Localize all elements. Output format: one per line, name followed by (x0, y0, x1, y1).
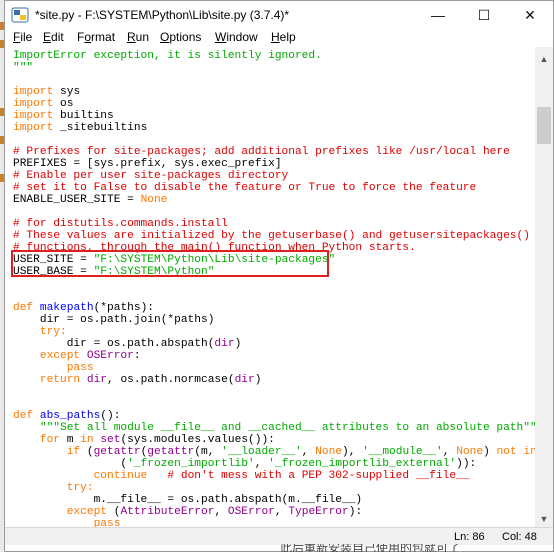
maximize-icon: ☐ (477, 6, 491, 23)
code-editor[interactable]: ImportError exception, it is silently ig… (5, 47, 535, 527)
close-button[interactable]: ✕ (507, 1, 553, 29)
status-column-number: Col: 48 (502, 531, 537, 543)
minimize-button[interactable]: — (415, 1, 461, 29)
menu-run[interactable]: Run (127, 30, 149, 44)
code-line: pass (13, 518, 121, 527)
python-idle-icon (11, 7, 29, 23)
code-line: import builtins (13, 110, 114, 122)
triangle-down-icon: ▼ (539, 513, 549, 524)
status-bar: Ln: 86 Col: 48 (5, 527, 553, 545)
triangle-up-icon: ▲ (539, 54, 549, 64)
code-line: except OSError: (13, 350, 141, 362)
menu-format[interactable]: Format (77, 30, 115, 44)
code-line: import sys (13, 86, 81, 98)
code-line: try: (13, 326, 67, 338)
code-line: # Prefixes for site-packages; add additi… (13, 146, 510, 158)
scroll-down-button[interactable]: ▼ (535, 510, 553, 527)
vertical-scrollbar[interactable]: ▲ ▼ (535, 47, 553, 527)
code-line: pass (13, 362, 94, 374)
code-line: ImportError exception, it is silently ig… (13, 50, 322, 62)
code-line: return dir, os.path.normcase(dir) (13, 374, 262, 386)
close-icon: ✕ (524, 6, 536, 23)
minimize-icon: — (431, 7, 445, 23)
window-title: *site.py - F:\SYSTEM\Python\Lib\site.py … (35, 8, 290, 22)
menu-help[interactable]: Help (271, 30, 296, 44)
code-line: def makepath(*paths): (13, 302, 155, 314)
code-line: def abs_paths(): (13, 410, 121, 422)
code-line: except (AttributeError, OSError, TypeErr… (13, 506, 363, 518)
code-line: continue # don't mess with a PEP 302-sup… (13, 470, 470, 482)
menu-bar: File Edit Format Run Options Window Help (5, 29, 553, 47)
code-line: """ (13, 62, 34, 74)
status-line-number: Ln: 86 (454, 531, 485, 543)
scroll-thumb[interactable] (537, 107, 551, 144)
code-line: dir = os.path.join(*paths) (13, 314, 215, 326)
code-line: import _sitebuiltins (13, 122, 148, 134)
background-text: 此后重新安装自己使用的包就可了 (280, 544, 461, 552)
code-line: import os (13, 98, 74, 110)
red-highlight-box (11, 250, 329, 277)
title-bar[interactable]: *site.py - F:\SYSTEM\Python\Lib\site.py … (5, 1, 553, 29)
code-line: dir = os.path.abspath(dir) (13, 338, 242, 350)
code-line: for m in set(sys.modules.values()): (13, 434, 275, 446)
code-line: # set it to False to disable the feature… (13, 182, 477, 194)
code-line: if (getattr(getattr(m, '__loader__', Non… (13, 446, 535, 458)
idle-editor-window: *site.py - F:\SYSTEM\Python\Lib\site.py … (4, 0, 554, 552)
menu-file[interactable]: File (13, 30, 32, 44)
code-line: ENABLE_USER_SITE = None (13, 194, 168, 206)
code-line: PREFIXES = [sys.prefix, sys.exec_prefix] (13, 158, 282, 170)
code-line: # These values are initialized by the ge… (13, 230, 530, 242)
code-line: # Enable per user site-packages director… (13, 170, 289, 182)
code-line: try: (13, 482, 94, 494)
maximize-button[interactable]: ☐ (461, 1, 507, 29)
menu-window[interactable]: Window (215, 30, 258, 44)
scroll-up-button[interactable]: ▲ (535, 47, 553, 64)
code-line: # for distutils.commands.install (13, 218, 228, 230)
code-line: ('_frozen_importlib', '_frozen_importlib… (13, 458, 477, 470)
menu-options[interactable]: Options (160, 30, 201, 44)
code-line: m.__file__ = os.path.abspath(m.__file__) (13, 494, 363, 506)
menu-edit[interactable]: Edit (43, 30, 64, 44)
code-line: """Set all module __file__ and __cached_… (13, 422, 535, 434)
